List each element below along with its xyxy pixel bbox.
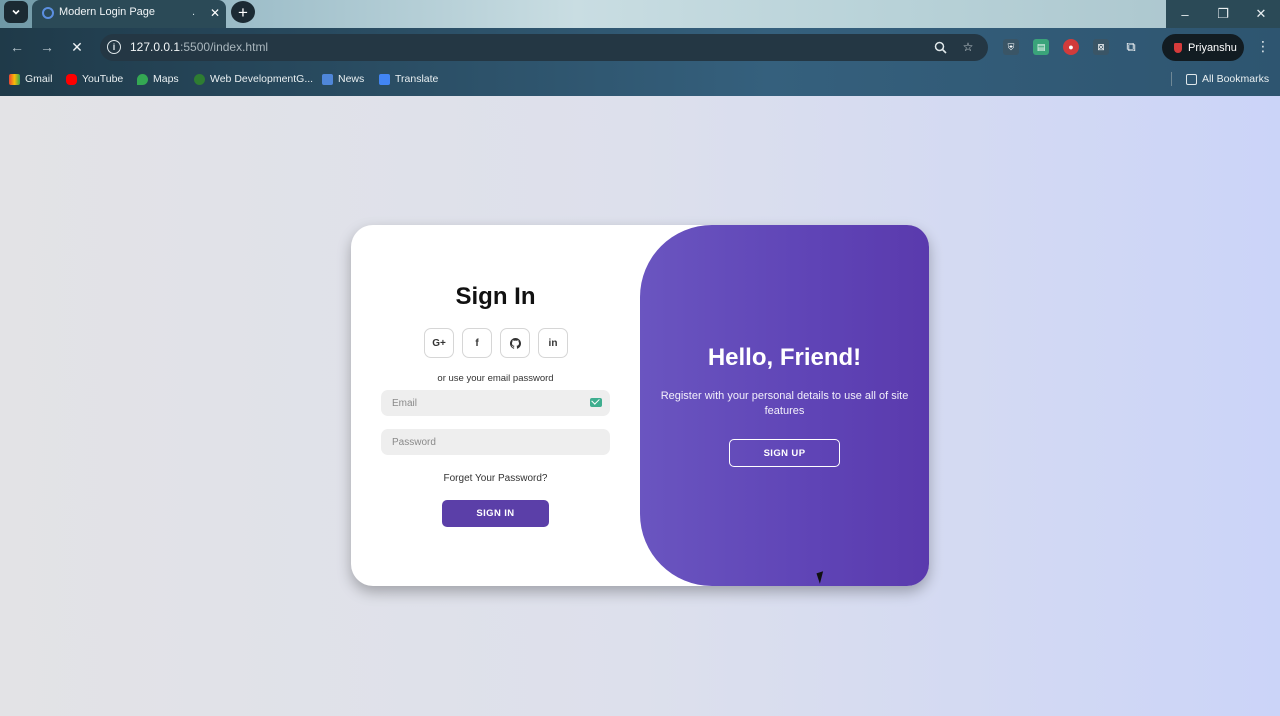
url-text[interactable]: 127.0.0.1:5500/index.html [130, 40, 268, 54]
bookmark-maps[interactable]: Maps [137, 70, 179, 88]
tab-title: Modern Login Page [59, 6, 156, 18]
tab-loading-icon: . [192, 6, 196, 18]
bookmark-label: Maps [153, 73, 179, 85]
bookmark-label: Web DevelopmentG... [210, 73, 314, 85]
youtube-icon [66, 73, 77, 85]
tab-search-chevron-down-icon[interactable] [4, 1, 28, 23]
github-icon[interactable] [500, 328, 530, 358]
alt-login-text: or use your email password [437, 373, 554, 384]
grid-extension-icon[interactable]: ⊠ [1093, 39, 1109, 55]
profile-avatar-icon [1174, 42, 1182, 53]
url-path: :5500/index.html [180, 40, 269, 54]
folder-icon [1186, 73, 1197, 85]
profile-button[interactable]: Priyanshu [1162, 34, 1244, 61]
linkedin-icon[interactable]: in [538, 328, 568, 358]
profile-name: Priyanshu [1188, 41, 1237, 54]
red-extension-icon[interactable]: ● [1063, 39, 1079, 55]
stop-loading-close-icon[interactable]: ✕ [66, 38, 88, 56]
restore-icon[interactable]: ❐ [1204, 0, 1242, 28]
signin-button[interactable]: SIGN IN [442, 500, 549, 527]
gfg-icon [194, 73, 205, 85]
email-autofill-icon[interactable] [590, 398, 602, 407]
maps-pin-icon [137, 73, 148, 85]
all-bookmarks-button[interactable]: All Bookmarks [1186, 70, 1269, 88]
hello-title: Hello, Friend! [707, 344, 862, 371]
url-host: 127.0.0.1 [130, 40, 181, 54]
password-field[interactable] [381, 429, 610, 455]
forgot-password-link[interactable]: Forget Your Password? [351, 473, 640, 484]
bookmarks-bar: Gmail YouTube Maps Web DevelopmentG... N… [0, 70, 1280, 88]
tab-close-icon[interactable]: ✕ [206, 4, 224, 22]
bookmark-news[interactable]: News [322, 70, 364, 88]
forward-arrow-icon[interactable]: → [36, 38, 58, 56]
extensions-puzzle-icon[interactable]: ⧉ [1123, 39, 1139, 55]
back-arrow-icon[interactable]: ← [6, 38, 28, 56]
browser-menu-kebab-icon[interactable]: ⋮ [1254, 38, 1272, 55]
news-icon [322, 73, 333, 85]
browser-toolbar: ← → ✕ i 127.0.0.1:5500/index.html ☆ ⛨ ▤ … [0, 28, 1280, 96]
page-background: Sign In G+ f in or use your email passwo… [0, 96, 1280, 716]
bookmark-translate[interactable]: Translate [379, 70, 438, 88]
zoom-magnifier-icon[interactable] [932, 39, 948, 55]
signin-form: Sign In G+ f in or use your email passwo… [351, 225, 640, 586]
login-card: Sign In G+ f in or use your email passwo… [351, 225, 929, 586]
all-bookmarks-label: All Bookmarks [1202, 73, 1270, 85]
close-window-icon[interactable]: ✕ [1242, 0, 1280, 28]
site-info-icon[interactable]: i [107, 40, 121, 54]
browser-titlebar: Modern Login Page . ✕ + – ❐ ✕ [0, 0, 1280, 28]
facebook-icon[interactable]: f [462, 328, 492, 358]
bookmark-label: News [338, 73, 365, 85]
new-tab-plus-icon[interactable]: + [231, 1, 255, 23]
bookmark-youtube[interactable]: YouTube [66, 70, 123, 88]
google-plus-icon[interactable]: G+ [424, 328, 454, 358]
bookmarks-divider [1171, 72, 1172, 86]
translate-icon [379, 73, 390, 85]
shield-extension-icon[interactable]: ⛨ [1003, 39, 1019, 55]
bookmark-label: YouTube [82, 73, 124, 85]
signup-toggle-panel: Hello, Friend! Register with your person… [640, 225, 929, 586]
window-controls: – ❐ ✕ [1166, 0, 1280, 28]
hello-subtitle: Register with your personal details to u… [660, 390, 909, 417]
address-bar[interactable]: i 127.0.0.1:5500/index.html ☆ [100, 34, 988, 61]
bookmark-web-development[interactable]: Web DevelopmentG... [194, 70, 313, 88]
gmail-icon [9, 73, 20, 85]
signup-button[interactable]: SIGN UP [729, 439, 840, 467]
signin-title: Sign In [455, 283, 536, 310]
bookmark-gmail[interactable]: Gmail [9, 70, 52, 88]
bookmark-label: Gmail [25, 73, 53, 85]
browser-tab[interactable]: Modern Login Page . ✕ [32, 0, 226, 28]
bookmark-star-icon[interactable]: ☆ [960, 39, 976, 55]
social-login-row: G+ f in [424, 328, 568, 358]
minimize-icon[interactable]: – [1166, 0, 1204, 28]
bookmark-label: Translate [395, 73, 439, 85]
green-extension-icon[interactable]: ▤ [1033, 39, 1049, 55]
email-field[interactable] [381, 390, 610, 416]
tab-favicon-icon [42, 7, 54, 19]
